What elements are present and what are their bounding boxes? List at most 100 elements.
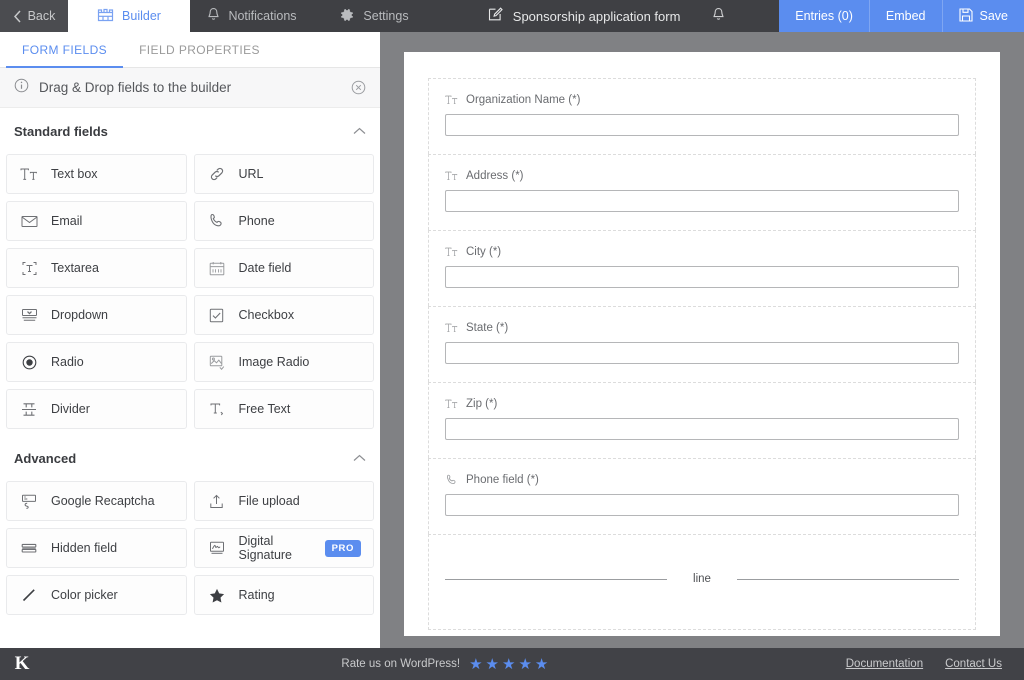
tab-settings[interactable]: Settings [314, 0, 434, 32]
contact-us-link[interactable]: Contact Us [945, 658, 1002, 670]
embed-label: Embed [885, 9, 926, 23]
field-card-checkbox[interactable]: Checkbox [193, 295, 374, 335]
chevron-up-icon [353, 454, 366, 462]
field-card-free-text[interactable]: Free Text [193, 389, 374, 429]
divider-icon [19, 399, 39, 419]
group-header-advanced[interactable]: Advanced [0, 435, 380, 481]
back-label: Back [27, 9, 56, 23]
field-card-date-field[interactable]: Date field [193, 248, 374, 288]
field-card-phone[interactable]: Phone [193, 201, 374, 241]
top-bar: Back Builder Notifications Settings Spon… [0, 0, 1024, 32]
text-box-icon [445, 169, 458, 182]
canvas-field-phone[interactable]: Phone field (*) [428, 458, 976, 534]
field-card-digital-signature[interactable]: Digital Signature PRO [193, 528, 374, 568]
title-bell-icon[interactable] [712, 7, 725, 25]
field-card-rating[interactable]: Rating [193, 575, 374, 615]
field-label-file-upload: File upload [238, 494, 300, 508]
embed-button[interactable]: Embed [868, 0, 942, 32]
tab-builder-label: Builder [122, 9, 161, 23]
field-label-date-field: Date field [238, 261, 292, 275]
free-text-icon [207, 399, 227, 419]
tab-builder[interactable]: Builder [68, 0, 190, 32]
field-label-textarea: Textarea [51, 261, 99, 275]
field-card-google-recaptcha[interactable]: Google Recaptcha [6, 481, 187, 521]
field-card-text-box[interactable]: Text box [6, 154, 187, 194]
rating-stars[interactable]: ★ ★ ★ ★ ★ [469, 657, 548, 672]
phone-field-input[interactable] [445, 494, 959, 516]
text-box-icon [445, 397, 458, 410]
field-card-textarea[interactable]: Textarea [6, 248, 187, 288]
field-label-divider: Divider [51, 402, 90, 416]
edit-pencil-icon[interactable] [488, 7, 503, 25]
star-icon[interactable]: ★ [502, 657, 515, 672]
star-icon[interactable]: ★ [518, 657, 531, 672]
form-canvas[interactable]: Organization Name (*) Address (*) City (… [404, 52, 1000, 636]
canvas-field-label-row: Phone field (*) [445, 473, 959, 486]
field-label-image-radio: Image Radio [238, 355, 310, 369]
canvas-field-label: Address (*) [466, 169, 524, 182]
chevron-up-icon [353, 127, 366, 135]
app-root: Back Builder Notifications Settings Spon… [0, 0, 1024, 680]
back-button[interactable]: Back [0, 0, 68, 32]
star-icon[interactable]: ★ [486, 657, 499, 672]
close-circle-icon[interactable] [351, 80, 366, 95]
canvas-field-divider[interactable]: line [428, 534, 976, 630]
form-title-area: Sponsorship application form [434, 0, 779, 32]
field-label-rating: Rating [238, 588, 275, 602]
field-card-divider[interactable]: Divider [6, 389, 187, 429]
field-card-file-upload[interactable]: File upload [193, 481, 374, 521]
field-label-digital-signature: Digital Signature [238, 534, 293, 562]
canvas-field-label: Organization Name (*) [466, 93, 581, 106]
field-card-dropdown[interactable]: Dropdown [6, 295, 187, 335]
city-input[interactable] [445, 266, 959, 288]
tab-settings-label: Settings [363, 9, 409, 23]
star-icon[interactable]: ★ [535, 657, 548, 672]
field-label-hidden-field: Hidden field [51, 541, 118, 555]
star-icon[interactable]: ★ [469, 657, 482, 672]
gear-icon [339, 7, 355, 26]
canvas-field-label-row: Organization Name (*) [445, 93, 959, 106]
envelope-icon [19, 211, 39, 231]
zip-input[interactable] [445, 418, 959, 440]
state-input[interactable] [445, 342, 959, 364]
field-card-color-picker[interactable]: Color picker [6, 575, 187, 615]
sidebar-tab-field-properties[interactable]: FIELD PROPERTIES [123, 32, 276, 67]
organization-name-input[interactable] [445, 114, 959, 136]
field-card-image-radio[interactable]: Image Radio [193, 342, 374, 382]
canvas-field-organization-name[interactable]: Organization Name (*) [428, 78, 976, 154]
entries-button[interactable]: Entries (0) [779, 0, 869, 32]
phone-icon [207, 211, 227, 231]
tab-notifications-label: Notifications [228, 9, 297, 23]
divider-line-right [736, 578, 959, 580]
divider-row: line [445, 549, 959, 611]
field-card-url[interactable]: URL [193, 154, 374, 194]
image-radio-icon [207, 352, 227, 372]
tab-notifications[interactable]: Notifications [190, 0, 314, 32]
calendar-icon [207, 258, 227, 278]
canvas-field-city[interactable]: City (*) [428, 230, 976, 306]
group-header-standard-fields[interactable]: Standard fields [0, 108, 380, 154]
checkbox-icon [207, 305, 227, 325]
sidebar-tab-form-fields[interactable]: FORM FIELDS [6, 32, 124, 68]
field-card-hidden-field[interactable]: Hidden field [6, 528, 187, 568]
drag-drop-hint-text: Drag & Drop fields to the builder [39, 80, 232, 95]
canvas-field-zip[interactable]: Zip (*) [428, 382, 976, 458]
field-card-email[interactable]: Email [6, 201, 187, 241]
canvas-field-address[interactable]: Address (*) [428, 154, 976, 230]
save-button[interactable]: Save [941, 0, 1024, 32]
address-input[interactable] [445, 190, 959, 212]
canvas-field-state[interactable]: State (*) [428, 306, 976, 382]
standard-fields-grid: Text box URL Email Phone Textarea Date f… [0, 154, 380, 435]
phone-icon [445, 473, 458, 486]
star-icon [207, 585, 227, 605]
dropdown-icon [19, 305, 39, 325]
canvas-field-label-row: State (*) [445, 321, 959, 334]
documentation-link[interactable]: Documentation [846, 658, 923, 670]
bell-icon [207, 7, 220, 25]
field-card-radio[interactable]: Radio [6, 342, 187, 382]
footer-links: Documentation Contact Us [846, 658, 1024, 670]
signature-icon [207, 538, 227, 558]
divider-line-left [445, 578, 668, 580]
rate-us-text: Rate us on WordPress! [341, 658, 461, 670]
canvas-field-label: City (*) [466, 245, 502, 258]
